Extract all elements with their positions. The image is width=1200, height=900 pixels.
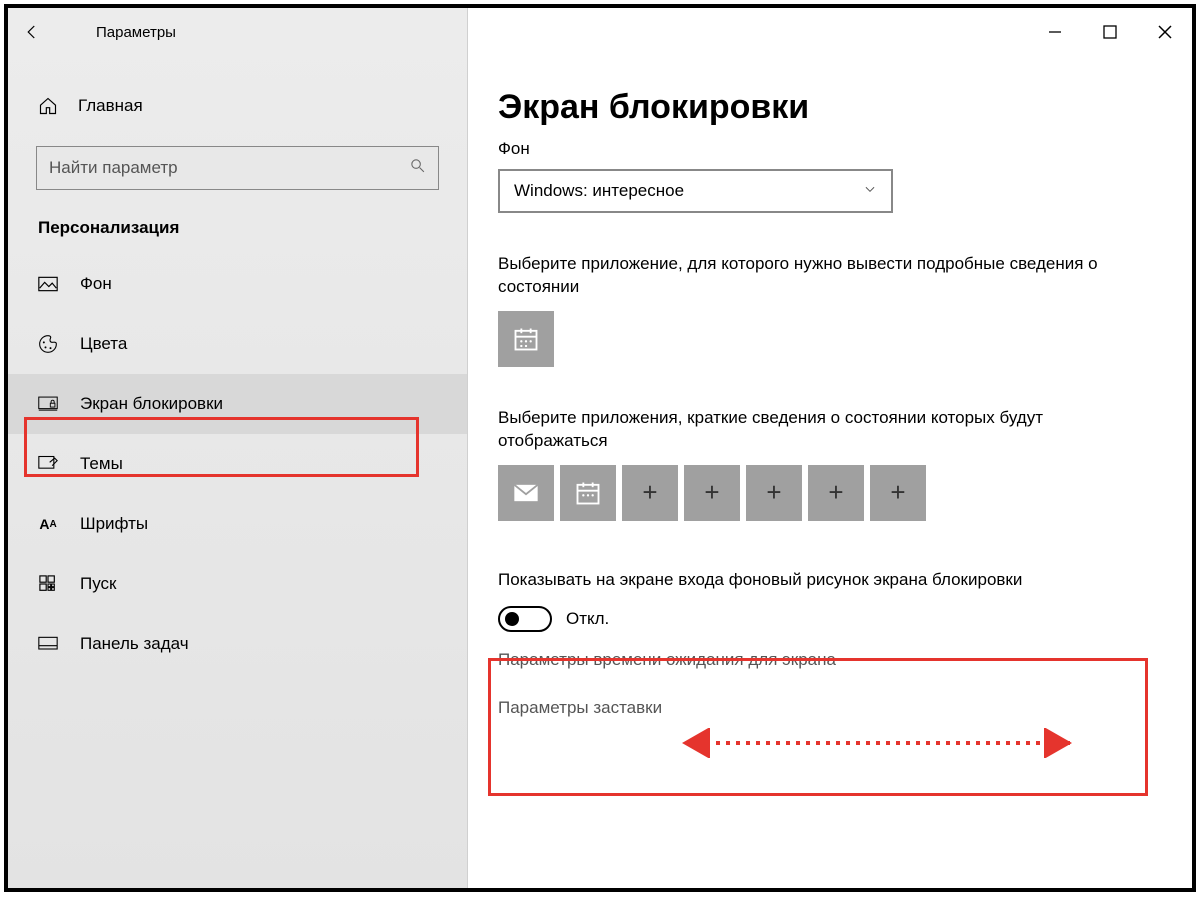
settings-window: Параметры Главная Найти параметр (4, 4, 1196, 892)
sidebar-item-taskbar[interactable]: Панель задач (8, 614, 467, 674)
sidebar-item-label: Фон (80, 274, 112, 294)
sidebar-item-background[interactable]: Фон (8, 254, 467, 314)
arrow-left-icon (23, 23, 41, 41)
search-input[interactable]: Найти параметр (36, 146, 439, 190)
sidebar-item-lockscreen[interactable]: Экран блокировки (8, 374, 467, 434)
back-button[interactable] (8, 8, 56, 56)
sidebar-item-label: Панель задач (80, 634, 189, 654)
show-background-toggle[interactable] (498, 606, 552, 632)
sidebar-item-fonts[interactable]: AA Шрифты (8, 494, 467, 554)
plus-icon: + (704, 477, 719, 508)
quick-status-tile-mail[interactable] (498, 465, 554, 521)
sidebar-item-label: Пуск (80, 574, 116, 594)
search-icon (409, 157, 426, 179)
maximize-button[interactable] (1082, 12, 1137, 52)
link-screensaver[interactable]: Параметры заставки (498, 698, 1162, 718)
background-dropdown[interactable]: Windows: интересное (498, 169, 893, 213)
window-controls (1027, 12, 1192, 52)
sidebar-category: Персонализация (8, 198, 467, 254)
toggle-state-text: Откл. (566, 609, 609, 629)
themes-icon (38, 454, 58, 474)
toggle-knob (505, 612, 519, 626)
minimize-icon (1048, 25, 1062, 39)
maximize-icon (1103, 25, 1117, 39)
minimize-button[interactable] (1027, 12, 1082, 52)
quick-status-tile-add[interactable]: + (808, 465, 864, 521)
quick-status-tile-add[interactable]: + (870, 465, 926, 521)
close-icon (1158, 25, 1172, 39)
main-content: Экран блокировки Фон Windows: интересное… (468, 8, 1192, 888)
quick-status-tile-calendar[interactable] (560, 465, 616, 521)
quick-status-label: Выберите приложения, краткие сведения о … (498, 407, 1098, 453)
sidebar-item-label: Шрифты (80, 514, 148, 534)
link-screen-timeout[interactable]: Параметры времени ожидания для экрана (498, 650, 1162, 670)
picture-icon (38, 274, 58, 294)
lockscreen-icon (38, 394, 58, 414)
calendar-icon (512, 325, 540, 353)
sidebar-item-start[interactable]: Пуск (8, 554, 467, 614)
sidebar-item-themes[interactable]: Темы (8, 434, 467, 494)
quick-status-tile-add[interactable]: + (684, 465, 740, 521)
calendar-icon (574, 479, 602, 507)
sidebar: Главная Найти параметр Персонализация Фо… (8, 8, 468, 888)
detailed-status-label: Выберите приложение, для которого нужно … (498, 253, 1098, 299)
taskbar-icon (38, 634, 58, 654)
chevron-down-icon (863, 181, 877, 201)
home-icon (38, 96, 58, 116)
page-title: Экран блокировки (498, 88, 1162, 127)
sidebar-item-colors[interactable]: Цвета (8, 314, 467, 374)
plus-icon: + (890, 477, 905, 508)
plus-icon: + (642, 477, 657, 508)
dropdown-value: Windows: интересное (514, 181, 684, 201)
sidebar-item-label: Темы (80, 454, 123, 474)
sidebar-home[interactable]: Главная (8, 78, 467, 134)
detailed-status-app-tile[interactable] (498, 311, 554, 367)
fonts-icon: AA (38, 514, 58, 534)
start-icon (38, 574, 58, 594)
mail-icon (512, 482, 540, 504)
window-title: Параметры (56, 24, 176, 41)
quick-status-tile-add[interactable]: + (746, 465, 802, 521)
toggle-label: Показывать на экране входа фоновый рисун… (498, 569, 1098, 592)
background-label: Фон (498, 139, 1162, 159)
quick-status-tile-add[interactable]: + (622, 465, 678, 521)
palette-icon (38, 334, 58, 354)
plus-icon: + (828, 477, 843, 508)
close-button[interactable] (1137, 12, 1192, 52)
sidebar-item-label: Экран блокировки (80, 394, 223, 414)
sidebar-item-label: Цвета (80, 334, 127, 354)
search-placeholder: Найти параметр (49, 158, 178, 178)
plus-icon: + (766, 477, 781, 508)
sidebar-home-label: Главная (78, 96, 143, 116)
titlebar: Параметры (8, 8, 1192, 56)
